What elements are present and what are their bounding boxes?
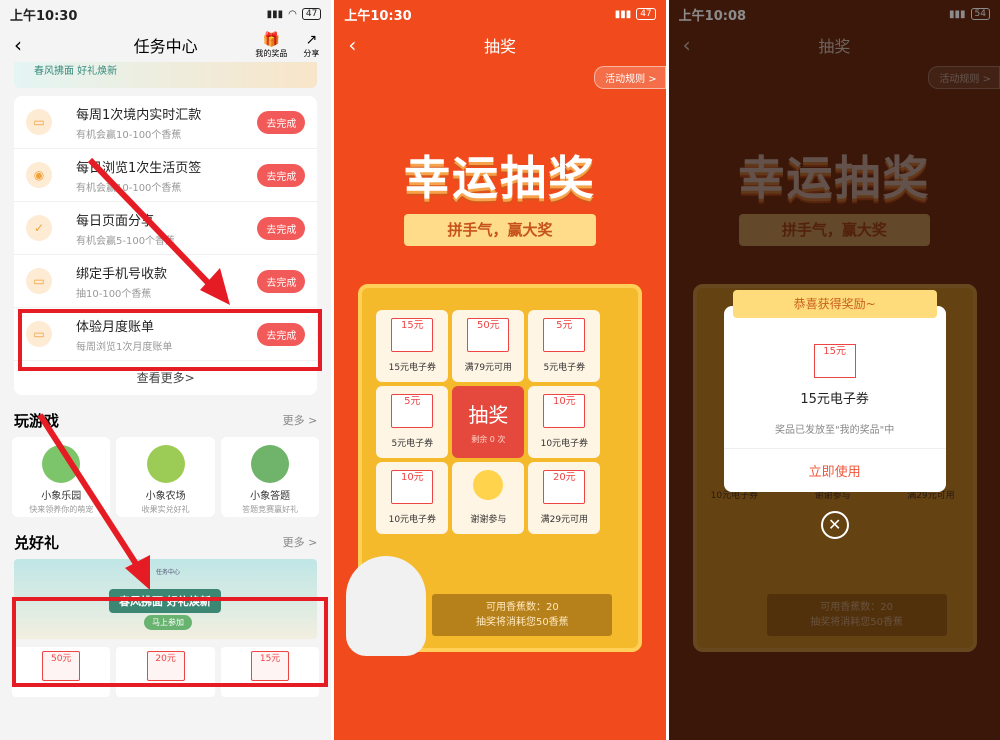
- remaining-count: 剩余 0 次: [471, 435, 506, 444]
- lottery-screen: 上午10:30 ▮▮▮ 47 ‹ 抽奖 活动规则 > 幸运抽奖 拼手气，赢大奖 15…: [334, 0, 666, 740]
- prize-label: 10元电子券: [540, 439, 589, 449]
- arrow-head: [125, 555, 150, 590]
- prize-label: 5元电子券: [391, 439, 434, 449]
- prize-cell: 15元 15元电子券: [376, 310, 449, 382]
- prize-label: 15元电子券: [388, 363, 437, 373]
- coupon-value: 15元: [813, 344, 856, 378]
- use-now-button[interactable]: 立即使用: [723, 448, 946, 480]
- prize-result-screen: 上午10:08 ▮▮▮ 54 ‹ 抽奖 活动规则 > 幸运抽奖 拼手气，赢大奖 10…: [668, 0, 1000, 740]
- coupon-value: 5元: [543, 318, 586, 352]
- prize-note: 奖品已发放至"我的奖品"中: [775, 425, 895, 436]
- banana-info: 可用香蕉数：20 抽奖将消耗您50香蕉: [432, 594, 613, 636]
- draw-button[interactable]: 抽奖剩余 0 次: [452, 386, 525, 458]
- coupon-value: 50元: [467, 318, 510, 352]
- close-icon[interactable]: ✕: [820, 511, 849, 539]
- prize-dialog: 15元 15元电子券 奖品已发放至"我的奖品"中 立即使用: [723, 306, 946, 492]
- back-icon[interactable]: ‹: [348, 33, 356, 57]
- prize-name: 15元电子券: [800, 392, 869, 407]
- arrow-line: [87, 157, 218, 293]
- prize-label: 10元电子券: [388, 515, 437, 525]
- prize-label: 谢谢参与: [470, 515, 507, 525]
- prize-cell: 10元 10元电子券: [528, 386, 601, 458]
- status-time: 上午10:30: [344, 8, 412, 24]
- coupon-value: 5元: [391, 394, 434, 428]
- prize-cell: 20元满29元可用: [528, 462, 601, 534]
- signal-icon: ▮▮▮: [614, 8, 632, 20]
- prize-cell: 10元 10元电子券: [376, 462, 449, 534]
- elephant-mascot: [346, 556, 427, 656]
- arrow-line: [37, 413, 143, 572]
- header: ‹ 抽奖: [334, 28, 665, 62]
- coupon-value: 10元: [391, 470, 434, 504]
- arrow-head: [200, 268, 230, 305]
- rules-button[interactable]: 活动规则 >: [594, 66, 666, 89]
- prize-label: 满29元可用: [540, 515, 589, 525]
- cost-note: 抽奖将消耗您50香蕉: [475, 617, 569, 628]
- prize-cell: 50元满79元可用: [452, 310, 525, 382]
- prize-cell: 谢谢参与: [452, 462, 525, 534]
- battery-icon: 47: [636, 8, 656, 20]
- prize-label: 满79元可用: [464, 363, 513, 373]
- prize-label: 5元电子券: [543, 363, 586, 373]
- lottery-title: 幸运抽奖: [403, 151, 596, 205]
- coupon-value: 20元: [543, 470, 586, 504]
- banana-count: 可用香蕉数：20: [485, 602, 559, 613]
- chick-icon: [473, 470, 504, 500]
- slogan-ribbon: 拼手气，赢大奖: [404, 214, 596, 246]
- red-arrows: [37, 157, 230, 590]
- draw-label: 抽奖: [468, 403, 509, 427]
- prize-grid: 15元 15元电子券 50元满79元可用 5元 5元电子券 5元 5元电子券 抽奖剩余…: [376, 310, 620, 534]
- dialog-header-ribbon: 恭喜获得奖励~: [732, 290, 937, 318]
- coupon-value: 15元: [391, 318, 434, 352]
- status-bar: 上午10:30 ▮▮▮ 47: [334, 0, 665, 28]
- page-title: 抽奖: [483, 37, 516, 56]
- prize-cell: 5元 5元电子券: [528, 310, 601, 382]
- coupon-value: 10元: [543, 394, 586, 428]
- prize-cell: 5元 5元电子券: [376, 386, 449, 458]
- task-center-screen: 上午10:30 ▮▮▮ ◠ 47 ‹ 任务中心 🎁 我的奖品 ↗ 分享 春风拂面 好礼焕…: [0, 0, 332, 740]
